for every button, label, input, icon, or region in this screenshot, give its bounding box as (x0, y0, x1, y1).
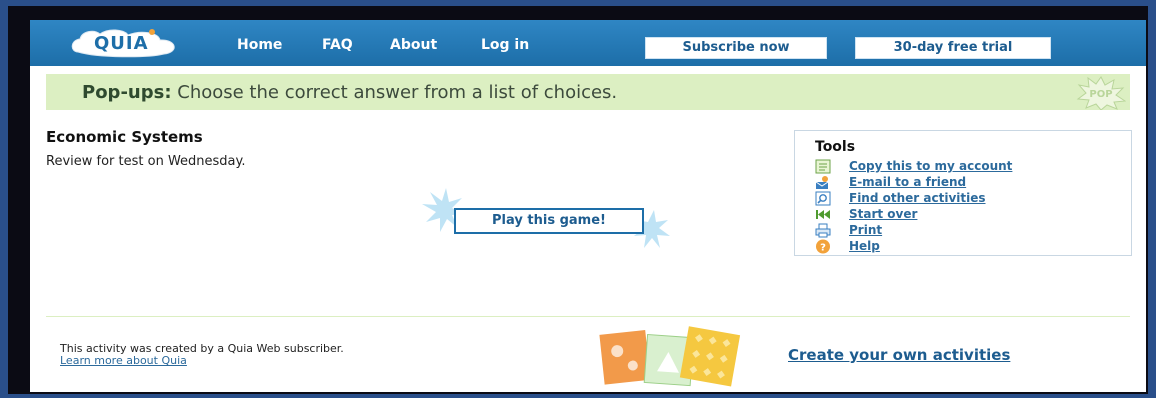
nav-log-in[interactable]: Log in (481, 37, 529, 53)
nav-faq[interactable]: FAQ (322, 37, 353, 53)
tool-email-label[interactable]: E-mail to a friend (849, 175, 966, 189)
email-icon (815, 176, 829, 189)
help-icon: ? (816, 239, 830, 254)
free-trial-button[interactable]: 30-day free trial (855, 37, 1051, 59)
banner-text: Pop-ups: Choose the correct answer from … (82, 82, 617, 103)
play-game-area: Play this game! (418, 188, 678, 252)
create-activities-link[interactable]: Create your own activities (788, 346, 1010, 364)
activity-cards-illustration (588, 326, 748, 388)
find-icon (815, 191, 831, 206)
banner-description: Choose the correct answer from a list of… (171, 82, 618, 103)
start-over-icon (816, 210, 830, 219)
activity-type-banner: Pop-ups: Choose the correct answer from … (46, 74, 1130, 111)
activity-title: Economic Systems (46, 128, 203, 146)
tool-copy-label[interactable]: Copy this to my account (849, 159, 1012, 173)
window-frame: QUIA Home FAQ About Log in Subscribe now… (8, 6, 1148, 394)
copy-icon (815, 159, 831, 174)
banner-type-label: Pop-ups: (82, 82, 172, 103)
footer-divider (46, 316, 1130, 317)
subscribe-now-button[interactable]: Subscribe now (645, 37, 827, 59)
tool-help-label[interactable]: Help (849, 239, 880, 253)
pop-badge-icon: POP (1076, 76, 1127, 111)
learn-more-link[interactable]: Learn more about Quia (60, 354, 187, 367)
tool-start-over-label[interactable]: Start over (849, 207, 917, 221)
quia-page: QUIA Home FAQ About Log in Subscribe now… (30, 20, 1146, 392)
nav-about[interactable]: About (390, 37, 437, 53)
tool-print-label[interactable]: Print (849, 223, 882, 237)
activity-description: Review for test on Wednesday. (46, 154, 246, 169)
svg-text:?: ? (820, 243, 826, 254)
logo-text: QUIA (94, 33, 149, 54)
tools-panel: Tools Copy this to my account E-mail to … (794, 130, 1132, 256)
tools-title: Tools (815, 139, 856, 155)
play-game-button[interactable]: Play this game! (454, 208, 644, 234)
top-navigation-bar: QUIA Home FAQ About Log in Subscribe now… (30, 20, 1146, 66)
quia-logo[interactable]: QUIA (68, 26, 186, 60)
pop-badge-text: POP (1089, 89, 1112, 100)
tool-find-label[interactable]: Find other activities (849, 191, 986, 205)
nav-home[interactable]: Home (237, 37, 282, 53)
screenshot-border: QUIA Home FAQ About Log in Subscribe now… (0, 0, 1156, 398)
cards-illustration-icon (599, 326, 741, 387)
print-icon (815, 223, 831, 238)
